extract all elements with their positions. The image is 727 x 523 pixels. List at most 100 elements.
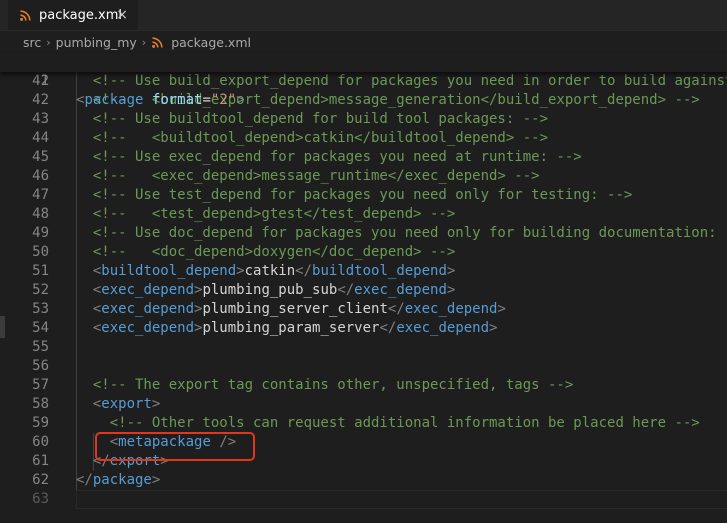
code-text: <exec_depend>plumbing_param_server</exec… (76, 319, 498, 338)
code-token: buildtool_depend (312, 263, 447, 279)
code-token: <!-- Use build_export_depend for package… (76, 73, 727, 89)
code-token: exec_depend (101, 301, 195, 317)
code-token: <!-- <exec_depend>message_runtime</exec_… (76, 168, 540, 184)
line-number: 44 (32, 130, 49, 146)
code-token: > (151, 396, 161, 412)
line-number: 51 (32, 263, 49, 279)
code-line[interactable]: 53 <exec_depend>plumbing_server_client</… (0, 300, 727, 319)
line-number: 48 (32, 206, 49, 222)
code-text: <!-- Use test_depend for packages you ne… (76, 186, 632, 205)
code-token: <!-- Other tools can request additional … (76, 415, 700, 431)
code-line[interactable]: 57 <!-- The export tag contains other, u… (0, 376, 727, 395)
code-token: format (151, 92, 203, 108)
code-token: plumbing_pub_sub (202, 282, 338, 298)
line-number: 57 (32, 377, 49, 393)
rss-icon (152, 36, 163, 48)
code-line[interactable]: 56 (0, 357, 727, 376)
code-line[interactable]: 46 <!-- <exec_depend>message_runtime</ex… (0, 167, 727, 186)
code-token: <!-- The export tag contains other, unsp… (76, 377, 574, 393)
code-token: </ (295, 263, 313, 279)
close-icon[interactable]: × (116, 7, 128, 23)
code-text: <!-- The export tag contains other, unsp… (76, 376, 573, 395)
code-text: <!-- Other tools can request additional … (76, 414, 700, 433)
code-line[interactable]: 54 <exec_depend>plumbing_param_server</e… (0, 319, 727, 338)
line-number: 50 (32, 244, 49, 260)
code-text: <!-- Use build_export_depend for package… (76, 72, 727, 91)
breadcrumb-item-file[interactable]: package.xml (169, 35, 253, 50)
code-token: "2" (210, 92, 237, 108)
code-token: = (202, 92, 211, 108)
code-line[interactable]: 47 <!-- Use test_depend for packages you… (0, 186, 727, 205)
sticky-scroll-line[interactable]: 2 <package format="2"> (0, 53, 727, 108)
code-token: exec_depend (101, 282, 195, 298)
code-token: exec_depend (354, 282, 447, 298)
line-number: 58 (32, 396, 49, 412)
code-token: </ (76, 472, 93, 488)
code-editor[interactable]: 2 <package format="2"> 41 <!-- Use build… (0, 53, 727, 523)
code-line[interactable]: 44 <!-- <buildtool_depend>catkin</buildt… (0, 129, 727, 148)
code-text: <!-- <test_depend>gtest</test_depend> --… (76, 205, 455, 224)
code-token: <!-- <doc_depend>doxygen</doc_depend> --… (76, 244, 456, 260)
tab-package-xml[interactable]: package.xml × (8, 0, 138, 30)
code-token: <!-- Use exec_depend for packages you ne… (76, 149, 582, 165)
code-token: <!-- <buildtool_depend>catkin</buildtool… (76, 130, 549, 146)
code-line[interactable]: 45 <!-- Use exec_depend for packages you… (0, 148, 727, 167)
line-number: 55 (32, 339, 49, 355)
code-token: </ (387, 301, 405, 317)
code-line[interactable]: 49 <!-- Use doc_depend for packages you … (0, 224, 727, 243)
code-line[interactable]: 51 <buildtool_depend>catkin</buildtool_d… (0, 262, 727, 281)
line-number: 62 (32, 472, 49, 488)
code-text: <!-- Use doc_depend for packages you nee… (76, 224, 727, 243)
code-token: exec_depend (404, 301, 498, 317)
code-token: > (489, 320, 498, 336)
code-token: package (84, 92, 144, 108)
code-text: <!-- <exec_depend>message_runtime</exec_… (76, 167, 540, 186)
code-line[interactable]: 63 (0, 490, 727, 509)
line-number: 60 (32, 434, 49, 450)
code-token: > (236, 92, 245, 108)
code-line[interactable]: 55 (0, 338, 727, 357)
code-line[interactable]: 52 <exec_depend>plumbing_pub_sub</exec_d… (0, 281, 727, 300)
code-text: </package> (76, 471, 160, 490)
code-line[interactable]: 48 <!-- <test_depend>gtest</test_depend>… (0, 205, 727, 224)
code-token: <!-- Use buildtool_depend for build tool… (76, 111, 549, 127)
code-token: <!-- <test_depend>gtest</test_depend> --… (76, 206, 456, 222)
code-token: plumbing_server_client (202, 301, 388, 317)
code-token: </ (379, 320, 397, 336)
chevron-right-icon: › (46, 35, 51, 49)
code-token: > (497, 301, 506, 317)
highlight-box (95, 432, 255, 461)
code-text: <!-- <doc_depend>doxygen</doc_depend> --… (76, 243, 455, 262)
code-text: <export> (76, 395, 160, 414)
chevron-right-icon: › (141, 35, 147, 49)
code-token: <!-- Use test_depend for packages you ne… (76, 187, 633, 203)
code-line[interactable]: 62 </package> (0, 471, 727, 490)
code-text: <exec_depend>plumbing_pub_sub</exec_depe… (76, 281, 455, 300)
line-number: 61 (32, 453, 49, 469)
breadcrumb-item-folder[interactable]: pumbing_my (54, 35, 139, 50)
code-line[interactable]: 43 <!-- Use buildtool_depend for build t… (0, 110, 727, 129)
tab-label: package.xml (39, 7, 122, 23)
rss-icon (20, 9, 31, 21)
code-token: > (151, 472, 161, 488)
code-token: package (92, 472, 152, 488)
code-line[interactable]: 41 <!-- Use build_export_depend for pack… (0, 72, 727, 91)
breadcrumb-item-src[interactable]: src (21, 35, 43, 50)
line-number: 56 (32, 358, 49, 374)
breadcrumb: src › pumbing_my › package.xml (0, 31, 727, 53)
code-line[interactable]: 59 <!-- Other tools can request addition… (0, 414, 727, 433)
code-token: > (446, 282, 456, 298)
code-line[interactable]: 58 <export> (0, 395, 727, 414)
code-line[interactable]: 50 <!-- <doc_depend>doxygen</doc_depend>… (0, 243, 727, 262)
line-number: 47 (32, 187, 49, 203)
tab-bar: package.xml × (0, 0, 727, 31)
code-text: <exec_depend>plumbing_server_client</exe… (76, 300, 506, 319)
line-number: 53 (32, 301, 49, 317)
line-number: 49 (32, 225, 49, 241)
code-token: exec_depend (101, 320, 195, 336)
code-token: exec_depend (396, 320, 490, 336)
